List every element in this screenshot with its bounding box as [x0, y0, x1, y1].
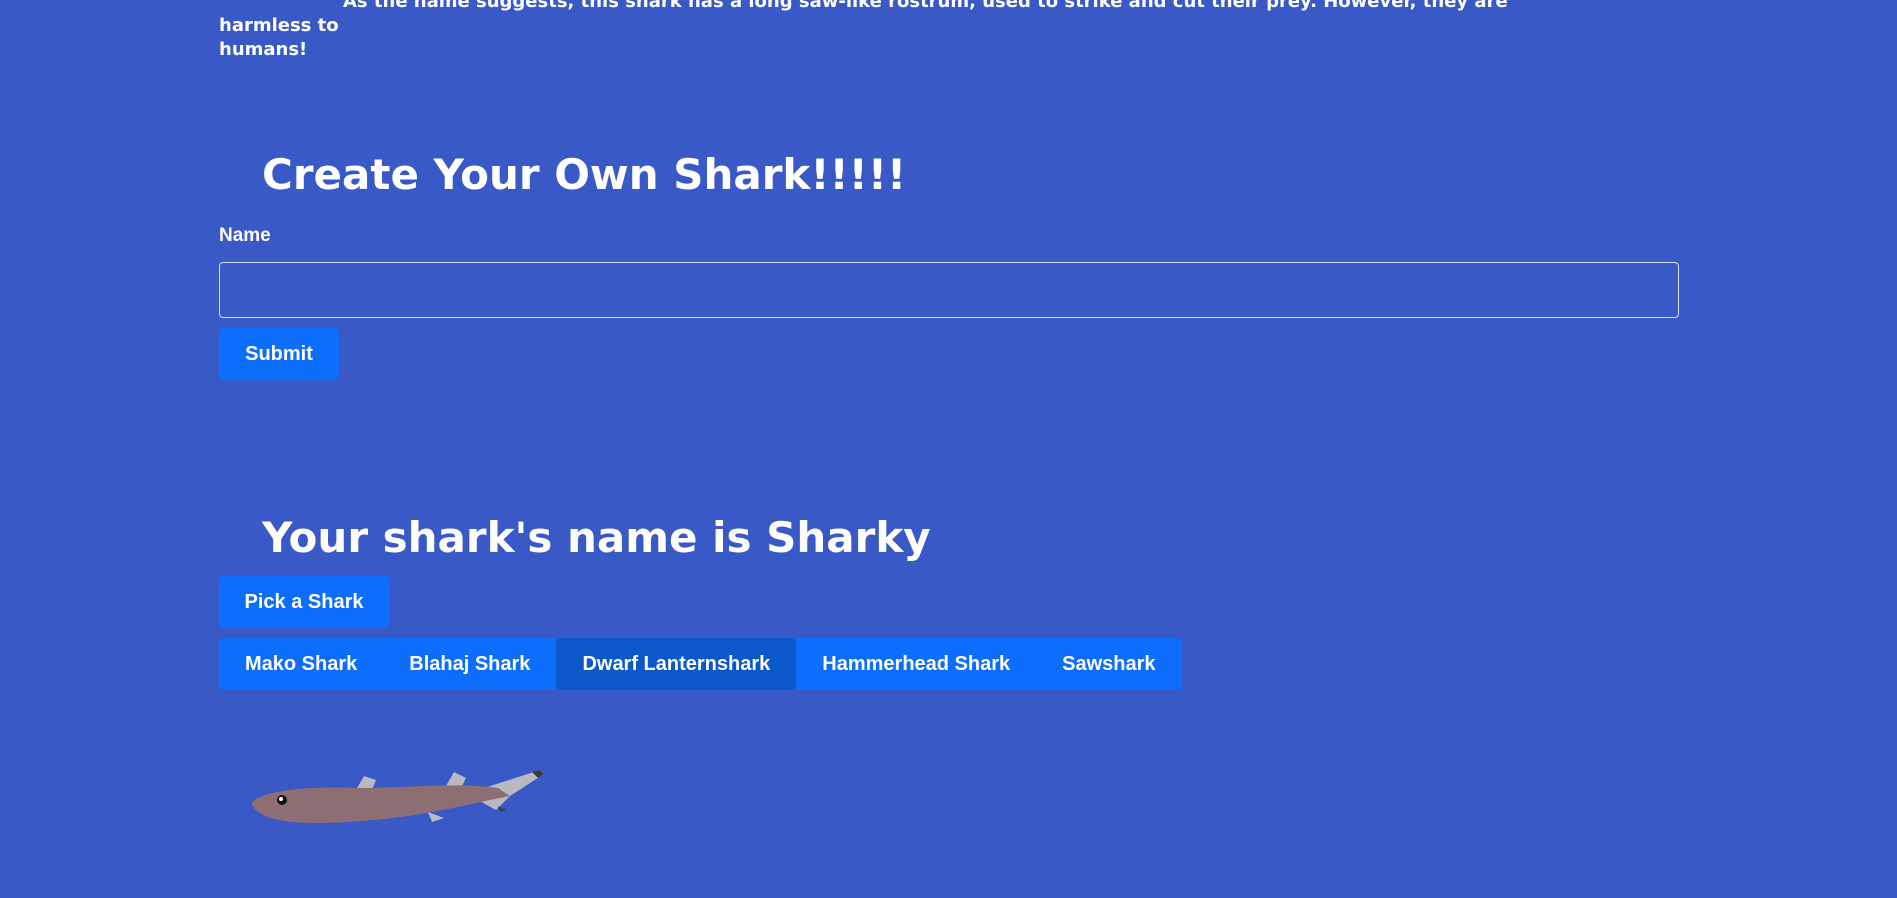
hammerhead-shark-button[interactable]: Hammerhead Shark	[796, 638, 1037, 690]
name-input[interactable]	[219, 262, 1679, 318]
submit-button[interactable]: Submit	[219, 328, 339, 380]
shark-anal-fin	[498, 806, 506, 812]
dwarf-lanternshark-button[interactable]: Dwarf Lanternshark	[556, 638, 797, 690]
dwarf-lanternshark-image	[252, 770, 544, 823]
sawshark-button[interactable]: Sawshark	[1036, 638, 1182, 690]
blahaj-shark-button[interactable]: Blahaj Shark	[383, 638, 557, 690]
description-line-1: As the name suggests, this shark has a l…	[219, 0, 1508, 36]
page: As the name suggests, this shark has a l…	[0, 0, 1897, 898]
name-label: Name	[219, 225, 271, 246]
mako-shark-button[interactable]: Mako Shark	[219, 638, 384, 690]
shark-name-heading: Your shark's name is Sharky	[262, 513, 931, 562]
shark-dorsal-fin-rear	[446, 772, 466, 786]
shark-body	[252, 785, 510, 823]
description-line-2: humans!	[219, 39, 308, 60]
shark-eye-highlight	[279, 797, 283, 801]
shark-description: As the name suggests, this shark has a l…	[219, 0, 1559, 62]
create-shark-heading: Create Your Own Shark!!!!!	[262, 150, 907, 199]
pick-a-shark-button[interactable]: Pick a Shark	[219, 576, 389, 628]
shark-button-group: Mako Shark Blahaj Shark Dwarf Lanternsha…	[219, 638, 1182, 690]
shark-pectoral-fin	[428, 812, 444, 822]
